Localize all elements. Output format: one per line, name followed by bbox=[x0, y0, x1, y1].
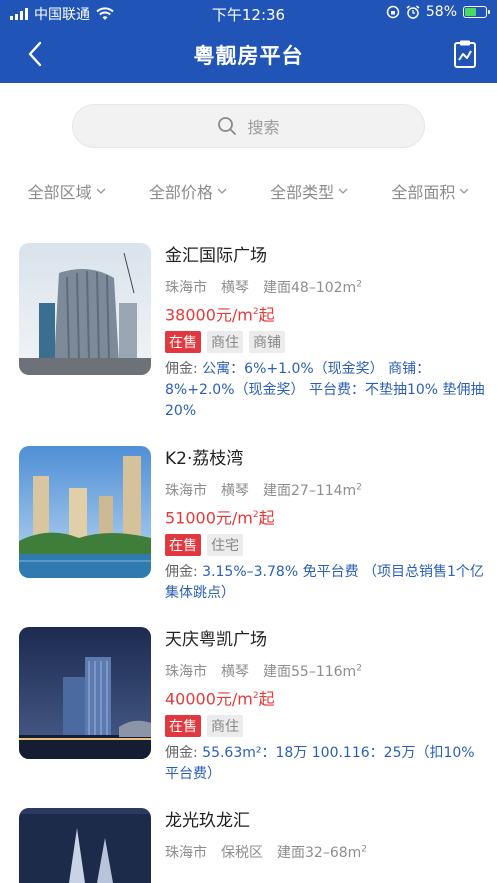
nav-bar: 粤靓房平台 bbox=[0, 26, 497, 83]
city-label: 珠海市 bbox=[165, 279, 207, 296]
area-text: 建面32–68m bbox=[277, 844, 362, 861]
commission-value: 公寓：6%+1.0%（现金奖） 商铺：8%+2.0%（现金奖） 平台费：不垫抽1… bbox=[165, 361, 485, 419]
property-photo bbox=[19, 243, 151, 375]
commission-label: 佣金: bbox=[165, 361, 198, 377]
property-name: 龙光玖龙汇 bbox=[165, 811, 250, 831]
commission-label: 佣金: bbox=[165, 745, 198, 761]
area-label: 建面32–68m2 bbox=[277, 844, 368, 861]
city-label: 珠海市 bbox=[165, 844, 207, 861]
price-text: 40000元/m bbox=[165, 689, 253, 709]
list-item[interactable]: 天庆粤凯广场 珠海市 横琴 建面55–116m2 40000元/m2起 在售 商住 … bbox=[0, 627, 497, 787]
district-label: 横琴 bbox=[221, 279, 249, 296]
property-price: 40000元/m2起 bbox=[165, 689, 275, 709]
property-photo bbox=[19, 446, 151, 578]
chevron-down-icon bbox=[217, 188, 227, 194]
page-title: 粤靓房平台 bbox=[193, 44, 304, 68]
commission-value: 3.15%–3.78% 免平台费 （项目总销售1个亿集体跳点） bbox=[165, 564, 484, 601]
commission-text: 佣金: 公寓：6%+1.0%（现金奖） 商铺：8%+2.0%（现金奖） 平台费：… bbox=[165, 359, 485, 422]
property-location: 珠海市 保税区 建面32–68m2 bbox=[165, 834, 485, 864]
property-photo bbox=[19, 627, 151, 759]
tag-row: 在售 商住 商铺 bbox=[165, 325, 485, 359]
lock-rotation-icon bbox=[386, 5, 400, 19]
filter-area[interactable]: 全部面积 bbox=[391, 178, 469, 204]
property-location: 珠海市 横琴 建面48–102m2 bbox=[165, 269, 485, 299]
city-label: 珠海市 bbox=[165, 482, 207, 499]
chevron-down-icon bbox=[96, 188, 106, 194]
list-item[interactable]: 龙光玖龙汇 珠海市 保税区 建面32–68m2 bbox=[0, 808, 497, 883]
filter-region[interactable]: 全部区域 bbox=[28, 178, 106, 204]
commission-value: 55.63m²：18万 100.116：25万（扣10%平台费） bbox=[165, 745, 475, 782]
chevron-down-icon bbox=[459, 188, 469, 194]
status-badge: 在售 bbox=[165, 715, 201, 737]
price-text: 51000元/m bbox=[165, 508, 253, 528]
property-price: 51000元/m2起 bbox=[165, 508, 275, 528]
tag-row: 在售 住宅 bbox=[165, 528, 485, 562]
type-tag: 商住 bbox=[207, 715, 243, 737]
filter-price[interactable]: 全部价格 bbox=[149, 178, 227, 204]
area-label: 建面48–102m2 bbox=[263, 279, 362, 296]
chevron-down-icon bbox=[338, 188, 348, 194]
area-label: 建面55–116m2 bbox=[263, 663, 362, 680]
district-label: 横琴 bbox=[221, 663, 249, 680]
property-name: 金汇国际广场 bbox=[165, 246, 267, 266]
area-text: 建面27–114m bbox=[263, 482, 357, 499]
filter-label: 全部区域 bbox=[27, 183, 92, 202]
commission-label: 佣金: bbox=[165, 564, 198, 580]
filter-label: 全部面积 bbox=[391, 183, 456, 202]
status-badge: 在售 bbox=[165, 331, 201, 353]
district-label: 保税区 bbox=[221, 844, 263, 861]
battery-percent: 58% bbox=[425, 4, 457, 20]
property-name: K2·荔枝湾 bbox=[165, 449, 244, 469]
property-location: 珠海市 横琴 建面55–116m2 bbox=[165, 653, 485, 683]
city-label: 珠海市 bbox=[165, 663, 207, 680]
search-placeholder: 搜索 bbox=[247, 118, 280, 137]
price-suffix: 起 bbox=[258, 689, 275, 709]
filter-type[interactable]: 全部类型 bbox=[270, 178, 348, 204]
type-tag: 商铺 bbox=[249, 331, 285, 353]
filter-label: 全部类型 bbox=[270, 183, 335, 202]
property-location: 珠海市 横琴 建面27–114m2 bbox=[165, 472, 485, 502]
type-tag: 住宅 bbox=[207, 534, 243, 556]
commission-text: 佣金: 3.15%–3.78% 免平台费 （项目总销售1个亿集体跳点） bbox=[165, 562, 485, 604]
area-text: 建面48–102m bbox=[263, 279, 357, 296]
type-tag: 商住 bbox=[207, 331, 243, 353]
search-input[interactable]: 搜索 bbox=[72, 104, 425, 148]
tag-row: 在售 商住 bbox=[165, 709, 485, 743]
alarm-icon bbox=[406, 5, 420, 19]
area-text: 建面55–116m bbox=[263, 663, 357, 680]
price-text: 38000元/m bbox=[165, 305, 253, 325]
property-name: 天庆粤凯广场 bbox=[165, 630, 267, 650]
filter-bar: 全部区域 全部价格 全部类型 全部面积 bbox=[0, 178, 497, 204]
status-bar: 中国联通 下午12:36 58% bbox=[0, 0, 497, 26]
battery-level bbox=[465, 8, 477, 16]
commission-text: 佣金: 55.63m²：18万 100.116：25万（扣10%平台费） bbox=[165, 743, 485, 785]
price-suffix: 起 bbox=[258, 305, 275, 325]
list-item[interactable]: K2·荔枝湾 珠海市 横琴 建面27–114m2 51000元/m2起 在售 住宅 … bbox=[0, 446, 497, 606]
property-price: 38000元/m2起 bbox=[165, 305, 275, 325]
area-label: 建面27–114m2 bbox=[263, 482, 362, 499]
list-item[interactable]: 金汇国际广场 珠海市 横琴 建面48–102m2 38000元/m2起 在售 商住 … bbox=[0, 243, 497, 423]
search-icon bbox=[218, 117, 237, 135]
price-suffix: 起 bbox=[258, 508, 275, 528]
property-photo bbox=[19, 808, 151, 883]
filter-label: 全部价格 bbox=[148, 183, 213, 202]
district-label: 横琴 bbox=[221, 482, 249, 499]
battery-icon bbox=[463, 6, 490, 18]
status-badge: 在售 bbox=[165, 534, 201, 556]
clipboard-chart-icon[interactable] bbox=[451, 39, 479, 69]
